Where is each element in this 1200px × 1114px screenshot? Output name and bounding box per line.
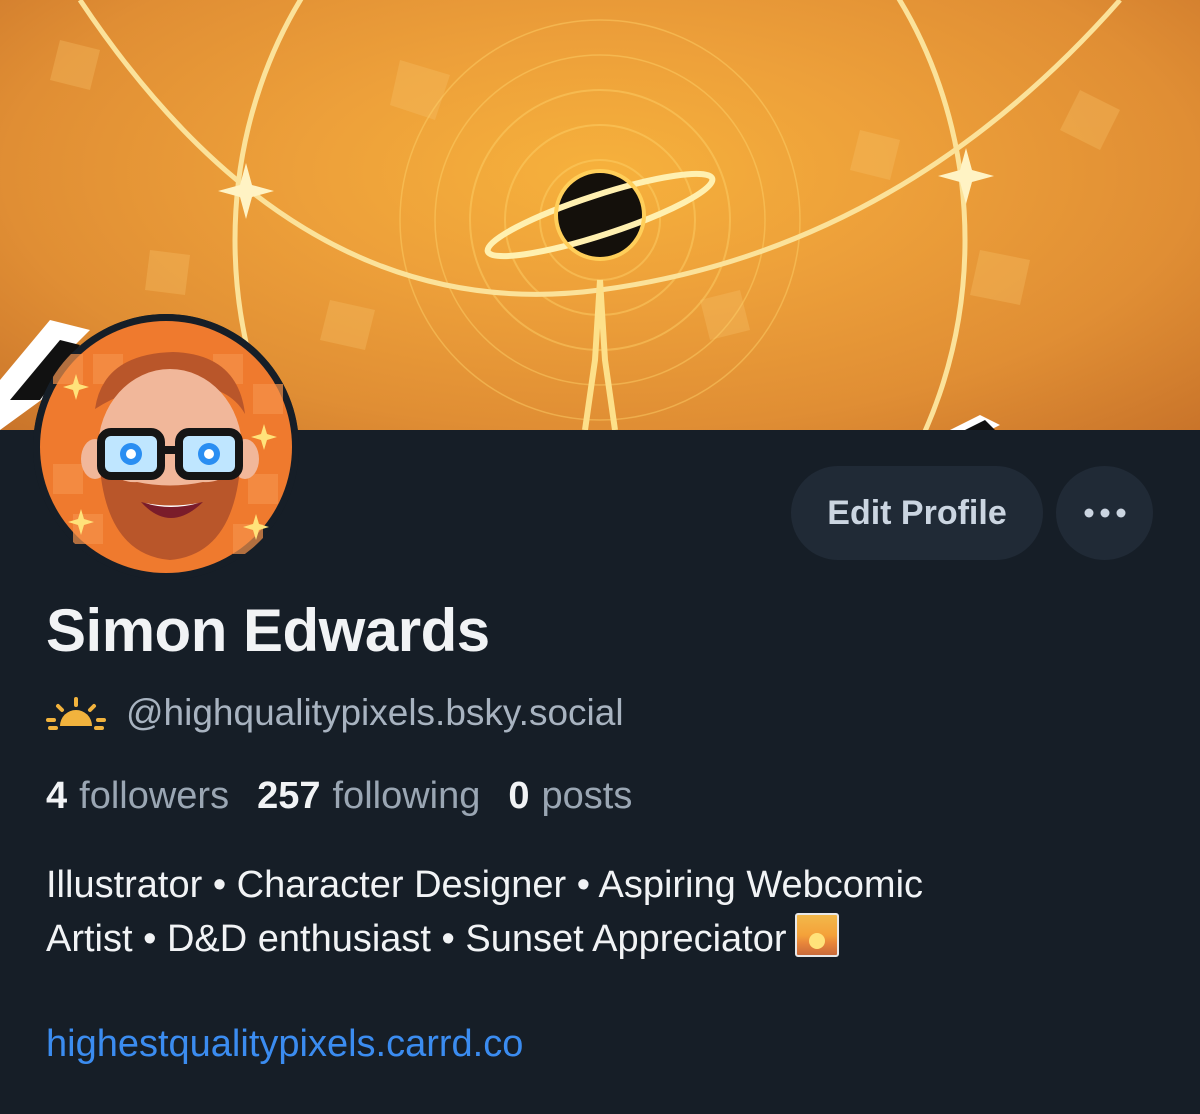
following-stat[interactable]: 257 following [257, 775, 480, 818]
more-options-button[interactable] [1056, 466, 1153, 560]
following-count: 257 [257, 775, 321, 817]
followers-count: 4 [46, 775, 68, 817]
ellipsis-icon [1084, 508, 1125, 518]
following-label: following [332, 775, 481, 817]
posts-label: posts [541, 775, 633, 817]
avatar-image [33, 314, 299, 580]
profile-bio: Illustrator • Character Designer • Aspir… [46, 858, 1156, 966]
edit-profile-button[interactable]: Edit Profile [791, 466, 1043, 560]
profile-handle[interactable]: @highqualitypixels.bsky.social [126, 692, 624, 734]
sunset-emoji-icon [794, 913, 839, 957]
followers-stat[interactable]: 4 followers [46, 775, 229, 818]
bio-line: Illustrator • Character Designer • Aspir… [46, 864, 924, 906]
bio-line: Artist • D&D enthusiast • Sunset Appreci… [46, 912, 1156, 966]
bio-line-text: Artist • D&D enthusiast • Sunset Appreci… [46, 918, 787, 960]
profile-stats: 4 followers 257 following 0 posts [46, 775, 632, 818]
profile-website-link[interactable]: highestqualitypixels.carrd.co [46, 1023, 523, 1066]
followers-label: followers [79, 775, 230, 817]
avatar[interactable] [33, 314, 299, 580]
sun-icon [46, 697, 106, 730]
handle-row: @highqualitypixels.bsky.social [46, 690, 624, 736]
posts-stat: 0 posts [508, 775, 632, 818]
posts-count: 0 [508, 775, 530, 817]
profile-name: Simon Edwards [46, 597, 490, 664]
